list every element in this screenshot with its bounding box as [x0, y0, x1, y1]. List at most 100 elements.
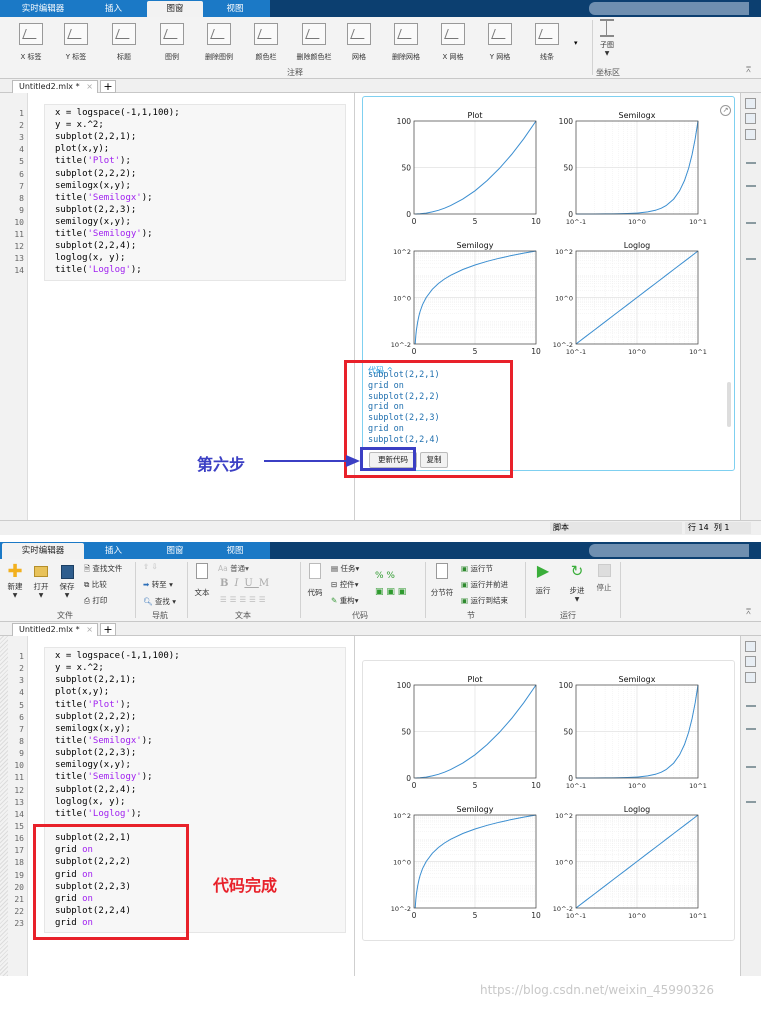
bold-button[interactable]: B [220, 578, 234, 589]
close-icon[interactable]: × [86, 81, 93, 93]
code-line[interactable]: y = x.^2; [55, 120, 104, 130]
new-tab-button[interactable]: + [100, 80, 116, 93]
ribbon-item-11[interactable]: 线条 [525, 23, 569, 62]
new-button[interactable]: ✚ 新建 ▼ [5, 563, 25, 600]
output-inline-icon[interactable] [745, 98, 756, 109]
run-button[interactable]: ▶ 运行 [532, 562, 554, 596]
run-advance-button[interactable]: ▣ 运行并前进 [461, 579, 508, 590]
output-inline-icon[interactable] [745, 641, 756, 652]
open-button[interactable]: 打开 ▼ [31, 563, 51, 599]
ribbon-item-7[interactable]: 网格 [337, 23, 381, 62]
underline-button[interactable]: U [244, 578, 258, 589]
code-line[interactable]: x = logspace(-1,1,100); [55, 108, 180, 118]
code-line[interactable]: subplot(2,2,2); [55, 169, 136, 179]
ribbon-item-3[interactable]: 图例 [150, 23, 194, 62]
step-button[interactable]: ↻ 步进 ▼ [566, 562, 588, 603]
code-line[interactable]: loglog(x, y); [55, 797, 125, 807]
section-break-button[interactable]: 分节符 [428, 563, 456, 598]
ribbon-item-6[interactable]: 删除颜色栏 [292, 23, 336, 62]
code-line[interactable]: title('Semilogy'); [55, 772, 153, 782]
code-line[interactable]: title('Semilogy'); [55, 229, 153, 239]
code-line[interactable]: subplot(2,2,1); [55, 675, 136, 685]
code-line[interactable]: title('Semilogx'); [55, 736, 153, 746]
code-button[interactable]: 代码 [305, 563, 325, 598]
run-section-button[interactable]: ▣ 运行节 [461, 563, 493, 574]
open-figure-icon[interactable]: ↗ [720, 105, 731, 116]
italic-button[interactable]: I [234, 578, 244, 589]
subplot-semilogy[interactable]: 0 5 10 10^-2 10^0 10^2 Semilogy [391, 241, 541, 356]
task-button[interactable]: ▤ 任务▾ [331, 563, 359, 574]
tab-figure[interactable]: 图窗 [147, 1, 203, 17]
ribbon-item-1[interactable]: Y 标签 [54, 23, 98, 62]
style-dropdown[interactable]: Aa 普通▾ [218, 563, 249, 574]
text-button[interactable]: 文本 [192, 563, 212, 598]
code-line[interactable]: subplot(2,2,4); [55, 785, 136, 795]
subplot-plot[interactable]: 0 5 10050100Plot [397, 111, 541, 226]
ribbon-item-8[interactable]: 删除网格 [384, 23, 428, 62]
code-line[interactable]: title('Plot'); [55, 156, 131, 166]
close-icon[interactable]: × [86, 624, 93, 636]
output-hide-icon[interactable] [745, 672, 756, 683]
stop-button[interactable]: 停止 [593, 562, 615, 593]
code-line[interactable]: y = x.^2; [55, 663, 104, 673]
tab-insert[interactable]: 插入 [86, 1, 141, 17]
tab-view[interactable]: 视图 [208, 543, 262, 559]
preview-scrollbar[interactable] [727, 382, 731, 427]
find-files-button[interactable]: 🗎 查找文件 [84, 563, 122, 576]
comment-icons[interactable]: % % [375, 571, 395, 581]
code-line[interactable]: semilogy(x,y); [55, 760, 131, 770]
run-to-end-button[interactable]: ▣ 运行到结束 [461, 595, 508, 606]
output-hide-icon[interactable] [745, 129, 756, 140]
doc-tab-untitled2[interactable]: Untitled2.mlx * × [12, 80, 98, 93]
code-line[interactable]: subplot(2,2,2); [55, 712, 136, 722]
output-right-icon[interactable] [745, 113, 756, 124]
code-line[interactable]: x = logspace(-1,1,100); [55, 651, 180, 661]
new-tab-button[interactable]: + [100, 623, 116, 636]
ribbon-more-chevron-icon[interactable]: ▾ [574, 39, 578, 47]
subplot-semilogx[interactable]: 10^-1 10^0 10^1 0 50 100 Semilogx [559, 111, 707, 226]
code-line[interactable]: subplot(2,2,4); [55, 241, 136, 251]
code-line[interactable]: plot(x,y); [55, 144, 109, 154]
code-line[interactable]: semilogx(x,y); [55, 724, 131, 734]
list-align-icons[interactable]: ☰☰☰☰☰ [220, 595, 269, 604]
subplot-loglog[interactable]: 10^-1 10^0 10^1 10^-2 10^0 10^2 Loglog [553, 241, 707, 356]
print-button[interactable]: ⎙ 打印 [84, 595, 107, 606]
find-button[interactable]: 🔍︎ 查找 ▾ [143, 596, 176, 607]
compare-button[interactable]: ⧉ 比较 [84, 579, 107, 590]
tab-insert[interactable]: 插入 [86, 543, 141, 559]
doc-tab-untitled2[interactable]: Untitled2.mlx * × [12, 623, 98, 636]
monospace-button[interactable]: M [259, 578, 275, 589]
ribbon-item-0[interactable]: X 标签 [9, 23, 53, 62]
text-format-buttons[interactable]: BIUM [220, 578, 275, 589]
code-line[interactable]: title('Loglog'); [55, 809, 142, 819]
code-line[interactable]: subplot(2,2,1); [55, 132, 136, 142]
ribbon-item-2[interactable]: 标题 [102, 23, 146, 62]
ribbon-item-5[interactable]: 颜色栏 [244, 23, 288, 62]
code-line[interactable]: subplot(2,2,3); [55, 748, 136, 758]
code-line[interactable]: title('Plot'); [55, 700, 131, 710]
ribbon-item-10[interactable]: Y 网格 [478, 23, 522, 62]
output-right-icon[interactable] [745, 656, 756, 667]
figure-plot[interactable]: 0 5 10050100Plot10^-1 10^0 10^1050100Semilog… [363, 661, 734, 921]
tab-live-editor[interactable]: 实时编辑器 [2, 543, 84, 559]
subplot-semilogy[interactable]: 0 5 10 10^-2 10^0 10^2 Semilogy [391, 805, 541, 920]
ribbon-item-4[interactable]: 删除图例 [197, 23, 241, 62]
tab-view[interactable]: 视图 [208, 1, 262, 17]
code-line[interactable]: plot(x,y); [55, 687, 109, 697]
subplot-button[interactable]: 子图 ▼ [585, 19, 629, 57]
tab-figure[interactable]: 图窗 [147, 543, 203, 559]
subplot-semilogx[interactable]: 10^-1 10^0 10^1 0 50 100 Semilogx [559, 675, 707, 790]
code-line[interactable]: subplot(2,2,3); [55, 205, 136, 215]
refactor-button[interactable]: ✎ 重构▾ [331, 595, 358, 606]
ribbon-item-9[interactable]: X 网格 [431, 23, 475, 62]
collapse-ribbon-icon[interactable]: ⩞ [746, 607, 751, 617]
back-forward-icons[interactable]: ⇧ ⇩ [143, 562, 158, 571]
subplot-plot[interactable]: 0 5 10050100Plot [397, 675, 541, 790]
tab-live-editor[interactable]: 实时编辑器 [8, 1, 78, 17]
output-divider[interactable] [354, 636, 355, 976]
control-button[interactable]: ⊟ 控件▾ [331, 579, 358, 590]
code-line[interactable]: semilogx(x,y); [55, 181, 131, 191]
subplot-loglog[interactable]: 10^-1 10^0 10^1 10^-2 10^0 10^2 Loglog [553, 805, 707, 920]
code-line[interactable]: loglog(x, y); [55, 253, 125, 263]
collapse-ribbon-icon[interactable]: ⩞ [746, 65, 751, 75]
